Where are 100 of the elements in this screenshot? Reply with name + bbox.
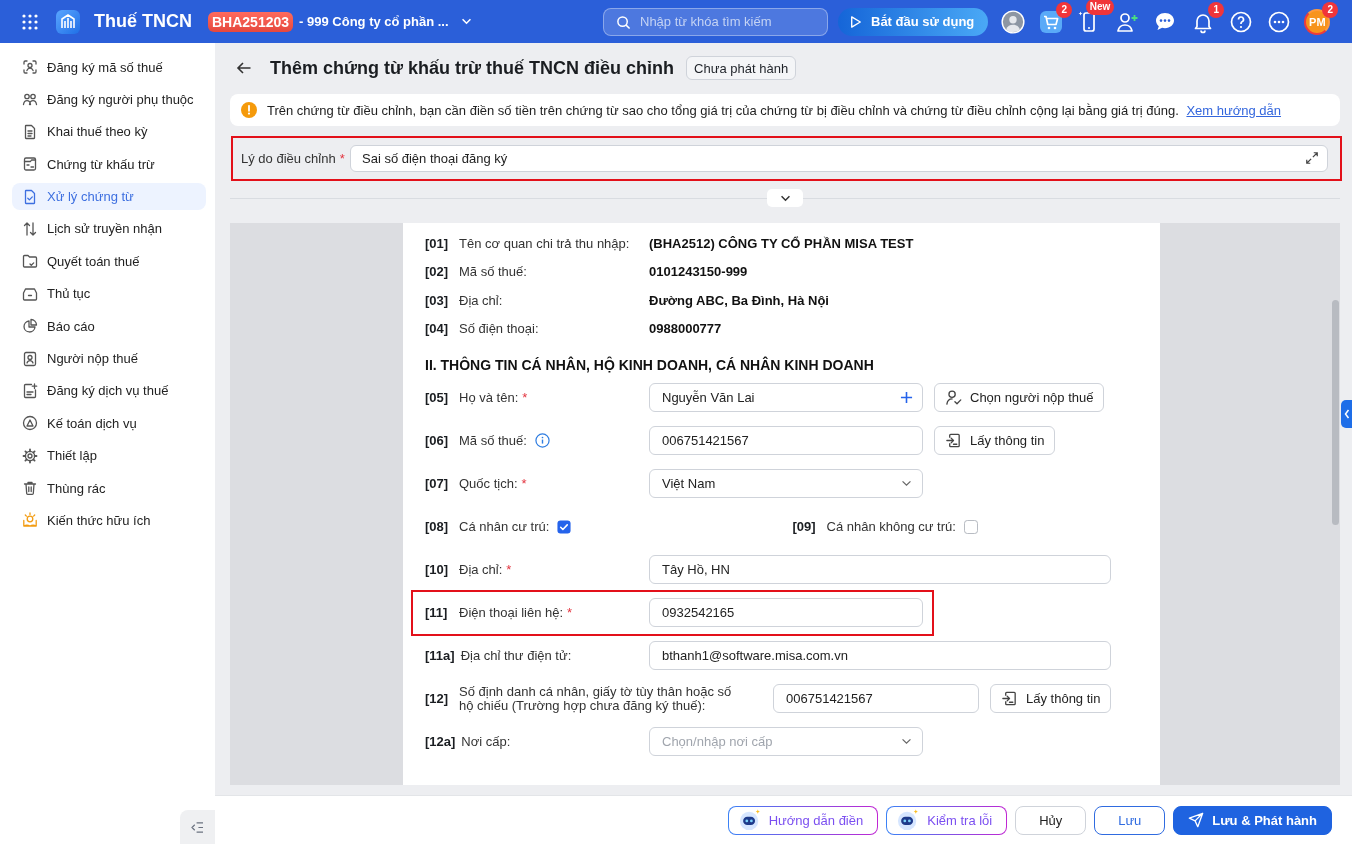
swap-arrows-icon: [22, 220, 38, 237]
fill-guide-button[interactable]: Hướng dẫn điền: [727, 805, 879, 835]
add-icon[interactable]: [900, 391, 913, 404]
sidebar-item[interactable]: Đăng ký dịch vụ thuế: [12, 377, 206, 405]
text-field[interactable]: 0932542165: [649, 598, 923, 627]
scrollbar-thumb[interactable]: [1332, 300, 1339, 525]
sidebar-item[interactable]: Báo cáo: [12, 312, 206, 340]
collapse-icon: [191, 821, 204, 833]
field-label: Địa chỉ: *: [459, 562, 512, 577]
pie-chart-icon: [22, 318, 38, 335]
sidebar-item[interactable]: Người nộp thuế: [12, 345, 206, 372]
field-code: [01]: [425, 235, 450, 251]
folder-check-icon: [22, 253, 38, 270]
document-icon: [22, 123, 38, 140]
side-panel-tab[interactable]: [1341, 400, 1352, 428]
text-field[interactable]: 006751421567: [649, 426, 923, 455]
info-icon[interactable]: [534, 433, 550, 448]
sidebar-item[interactable]: Thiết lập: [12, 442, 206, 470]
field-code: [06]: [425, 433, 450, 448]
select-field[interactable]: Chọn/nhập nơi cấp: [649, 727, 923, 756]
text-field[interactable]: bthanh1@software.misa.com.vn: [649, 641, 1111, 670]
field-label: Địa chỉ thư điện tử:: [460, 648, 572, 663]
organization-selector[interactable]: - 999 Công ty cổ phần ...: [299, 14, 472, 29]
field-code: [05]: [425, 390, 450, 405]
fetch-info-button[interactable]: Lấy thông tin: [934, 426, 1056, 455]
field-label: Mã số thuế:: [459, 264, 527, 280]
field-code: [08]: [425, 519, 450, 534]
sidebar-item[interactable]: Đăng ký người phụ thuộc: [12, 85, 206, 113]
field-code: [12a]: [425, 734, 456, 749]
apps-grid-icon[interactable]: [22, 13, 38, 30]
choose-taxpayer-button[interactable]: Chọn người nộp thuế: [934, 383, 1105, 412]
text-field[interactable]: Sai số điện thoại đăng ký: [350, 145, 1328, 172]
send-icon: [1188, 812, 1205, 828]
trash-icon: [22, 480, 38, 497]
chevron-down-icon: [901, 480, 912, 487]
field-label: Cá nhân cư trú:: [459, 519, 550, 534]
field-label: Họ và tên: *: [459, 390, 528, 405]
sidebar-item[interactable]: Thủ tục: [12, 280, 206, 308]
document-check-icon: [22, 188, 38, 205]
checkbox[interactable]: [557, 519, 572, 534]
logo-icon[interactable]: [56, 9, 80, 34]
field-code: [11]: [425, 605, 449, 620]
field-value: 0101243150-999: [649, 264, 748, 280]
help-icon[interactable]: [1229, 9, 1254, 34]
field-label: Lý do điều chỉnh *: [241, 151, 346, 166]
field-label: Điện thoại liên hệ: *: [459, 605, 573, 620]
avatar-icon[interactable]: [1001, 9, 1026, 34]
collapse-panel-button[interactable]: [767, 189, 803, 207]
document-import-icon: [945, 432, 962, 449]
checkbox[interactable]: [963, 519, 978, 534]
field-code: [10]: [425, 562, 450, 577]
field-label: Mã số thuế:: [459, 433, 527, 448]
user-check-icon: [945, 389, 962, 406]
sidebar-item[interactable]: Xử lý chứng từ: [12, 183, 206, 211]
text-field[interactable]: 006751421567: [773, 684, 979, 713]
sidebar-item[interactable]: Quyết toán thuế: [12, 247, 206, 275]
notification-badge: 1: [1208, 1, 1225, 18]
bulb-book-icon: [22, 512, 38, 529]
save-publish-button[interactable]: Lưu & Phát hành: [1173, 805, 1332, 835]
sidebar-item[interactable]: Chứng từ khấu trừ: [12, 150, 206, 178]
notification-badge: 2: [1056, 1, 1073, 18]
robot-icon: [897, 809, 920, 831]
text-field[interactable]: Tây Hồ, HN: [649, 555, 1111, 584]
sidebar-item[interactable]: Thùng rác: [12, 474, 206, 502]
collapse-sidebar-button[interactable]: [180, 810, 215, 844]
field-label: Số định danh cá nhân, giấy tờ tùy thân hoặc số hộ chiếu (Trường hợp chưa đăng ký thuế):: [459, 684, 733, 713]
field-code: [11a]: [425, 648, 455, 663]
check-errors-button[interactable]: Kiểm tra lỗi: [886, 805, 1008, 835]
field-code: [02]: [425, 264, 450, 280]
more-icon[interactable]: [1267, 9, 1292, 34]
save-button[interactable]: Lưu: [1094, 805, 1166, 835]
sidebar-item[interactable]: Lịch sử truyền nhận: [12, 215, 206, 243]
field-code: [04]: [425, 321, 450, 337]
org-code-badge: BHA251203: [208, 11, 294, 32]
sidebar-item[interactable]: Đăng ký mã số thuế: [12, 53, 206, 81]
field-code: [03]: [425, 292, 450, 308]
expand-icon[interactable]: [1305, 151, 1319, 165]
field-value: Đường ABC, Ba Đình, Hà Nội: [649, 292, 829, 308]
warning-icon: [241, 102, 257, 118]
sidebar-item[interactable]: Kế toán dịch vụ: [12, 409, 206, 437]
select-field[interactable]: Việt Nam: [649, 469, 923, 498]
fetch-info-button[interactable]: Lấy thông tin: [990, 684, 1112, 713]
text-field[interactable]: Nguyễn Văn Lai: [649, 383, 923, 412]
cancel-button[interactable]: Hủy: [1015, 805, 1087, 835]
guide-link[interactable]: Xem hướng dẫn: [1186, 102, 1281, 118]
document-import-icon: [1001, 690, 1018, 707]
notice-text: Trên chứng từ điều chỉnh, bạn cần điền số tiền trên chứng từ sao cho tổng giá trị của chứng từ bị điều chỉnh và chứng từ điều chỉnh cộng lại bằng giá trị đúng. Xem hướng dẫn: [267, 102, 1281, 118]
start-button[interactable]: Bắt đầu sử dụng: [838, 7, 989, 36]
robot-icon: [738, 809, 761, 831]
field-label: Địa chỉ:: [459, 292, 503, 308]
settings-icon: [22, 447, 38, 464]
page-title: Thêm chứng từ khấu trừ thuế TNCN điều chỉnh: [270, 57, 675, 79]
sidebar-item[interactable]: Khai thuế theo kỳ: [12, 118, 206, 146]
document-add-icon: [22, 382, 38, 399]
back-arrow-icon[interactable]: [236, 60, 252, 76]
field-label: Cá nhân không cư trú:: [826, 519, 956, 534]
sidebar-item[interactable]: Kiến thức hữu ích: [12, 506, 206, 534]
section-title: II. THÔNG TIN CÁ NHÂN, HỘ KINH DOANH, CÁ NHÂN KINH DOANH: [425, 355, 875, 375]
notification-badge: New: [1085, 0, 1115, 15]
field-value: 0988000777: [649, 321, 722, 337]
